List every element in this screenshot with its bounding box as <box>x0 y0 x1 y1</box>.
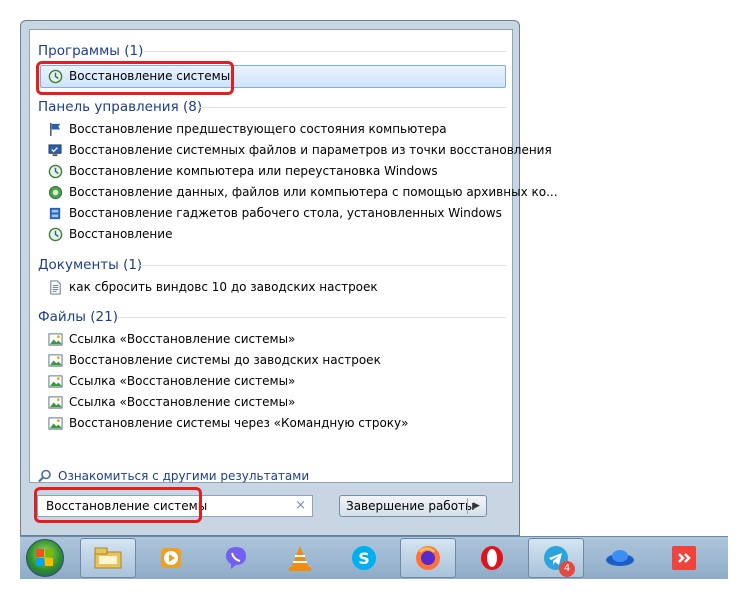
backup-restore-icon <box>48 185 63 200</box>
flag-icon <box>50 122 61 137</box>
taskbar-media-player[interactable] <box>144 538 200 578</box>
yandex-disk-icon <box>606 550 634 566</box>
document-icon <box>50 280 61 295</box>
files-header[interactable]: Файлы (21) <box>38 306 118 328</box>
cp-item-restore-or-reinstall[interactable]: Восстановление компьютера или переустано… <box>40 161 506 182</box>
cp-item-restore-from-backup[interactable]: Восстановление данных, файлов или компью… <box>40 182 558 203</box>
image-file-icon <box>48 375 63 388</box>
system-restore-icon <box>48 227 63 242</box>
item-label: Ссылка «Восстановление системы» <box>69 332 296 346</box>
item-label: Ссылка «Восстановление системы» <box>69 395 296 409</box>
taskbar-firefox[interactable] <box>400 538 456 578</box>
taskbar-viber[interactable] <box>208 538 264 578</box>
more-results-label: Ознакомиться с другими результатами <box>58 469 310 483</box>
monitor-check-icon <box>48 144 62 157</box>
taskbar-vlc[interactable] <box>272 538 328 578</box>
item-label: Восстановление компьютера или переустано… <box>69 164 438 178</box>
system-restore-icon <box>48 164 63 179</box>
search-results-panel: Программы (1) Восстановление системы Пан… <box>29 29 558 483</box>
cp-item-restore-system-files[interactable]: Восстановление системных файлов и параме… <box>40 140 552 161</box>
item-label: как сбросить виндовс 10 до заводских нас… <box>69 280 378 294</box>
file-item[interactable]: Ссылка «Восстановление системы» <box>40 371 506 392</box>
taskbar: S 4 <box>20 536 728 579</box>
file-explorer-icon <box>94 547 122 569</box>
item-label: Восстановление системы через «Командную … <box>69 416 409 430</box>
documents-header[interactable]: Документы (1) <box>38 254 142 276</box>
taskbar-telegram[interactable]: 4 <box>528 538 584 578</box>
cp-item-restore-gadgets[interactable]: Восстановление гаджетов рабочего стола, … <box>40 203 506 224</box>
shutdown-options-arrow-icon[interactable]: ▶ <box>473 496 480 516</box>
telegram-unread-badge: 4 <box>559 561 575 577</box>
cp-item-restore-previous-state[interactable]: Восстановление предшествующего состояния… <box>40 119 506 140</box>
file-item[interactable]: Восстановление системы до заводских наст… <box>40 350 506 371</box>
cp-item-recovery[interactable]: Восстановление <box>40 224 506 245</box>
taskbar-skype[interactable]: S <box>336 538 392 578</box>
divider <box>198 107 506 108</box>
item-label: Восстановление предшествующего состояния… <box>69 122 447 136</box>
taskbar-opera[interactable] <box>464 538 520 578</box>
item-label: Восстановление данных, файлов или компью… <box>69 185 558 199</box>
windows-logo-icon <box>36 549 53 566</box>
divider <box>140 265 506 266</box>
image-file-icon <box>48 354 63 367</box>
highlight-frame <box>36 61 234 95</box>
image-file-icon <box>48 333 63 346</box>
start-button[interactable] <box>26 539 64 577</box>
skype-icon: S <box>352 546 376 570</box>
gadgets-icon <box>49 207 61 220</box>
document-item[interactable]: как сбросить виндовс 10 до заводских нас… <box>40 277 506 298</box>
taskbar-file-explorer[interactable] <box>80 538 136 578</box>
item-label: Восстановление <box>69 227 173 241</box>
svg-text:S: S <box>358 549 370 568</box>
divider <box>467 498 468 514</box>
vlc-icon <box>289 546 311 571</box>
file-item[interactable]: Восстановление системы через «Командную … <box>40 413 506 434</box>
file-item[interactable]: Ссылка «Восстановление системы» <box>40 329 506 350</box>
media-player-icon <box>161 548 181 568</box>
shutdown-label: Завершение работы <box>346 499 475 513</box>
item-label: Ссылка «Восстановление системы» <box>69 374 296 388</box>
start-menu: Программы (1) Восстановление системы Пан… <box>20 20 558 536</box>
shutdown-button[interactable]: Завершение работы ▶ <box>339 495 487 517</box>
taskbar-anydesk[interactable] <box>656 538 712 578</box>
firefox-icon <box>416 546 440 570</box>
divider <box>118 317 506 318</box>
image-file-icon <box>48 417 63 430</box>
item-label: Восстановление системы до заводских наст… <box>69 353 381 367</box>
anydesk-icon <box>672 546 696 570</box>
file-item[interactable]: Ссылка «Восстановление системы» <box>40 392 506 413</box>
image-file-icon <box>48 396 63 409</box>
item-label: Восстановление системных файлов и параме… <box>69 143 552 157</box>
highlight-frame <box>34 487 202 523</box>
search-icon <box>38 469 51 483</box>
taskbar-yandex-disk[interactable] <box>592 538 648 578</box>
divider <box>142 51 506 52</box>
programs-header[interactable]: Программы (1) <box>38 40 143 62</box>
item-label: Восстановление гаджетов рабочего стола, … <box>69 206 502 220</box>
viber-icon <box>226 547 246 569</box>
opera-icon <box>481 546 503 570</box>
clear-search-icon[interactable]: × <box>295 496 306 516</box>
control-panel-header[interactable]: Панель управления (8) <box>38 96 202 118</box>
